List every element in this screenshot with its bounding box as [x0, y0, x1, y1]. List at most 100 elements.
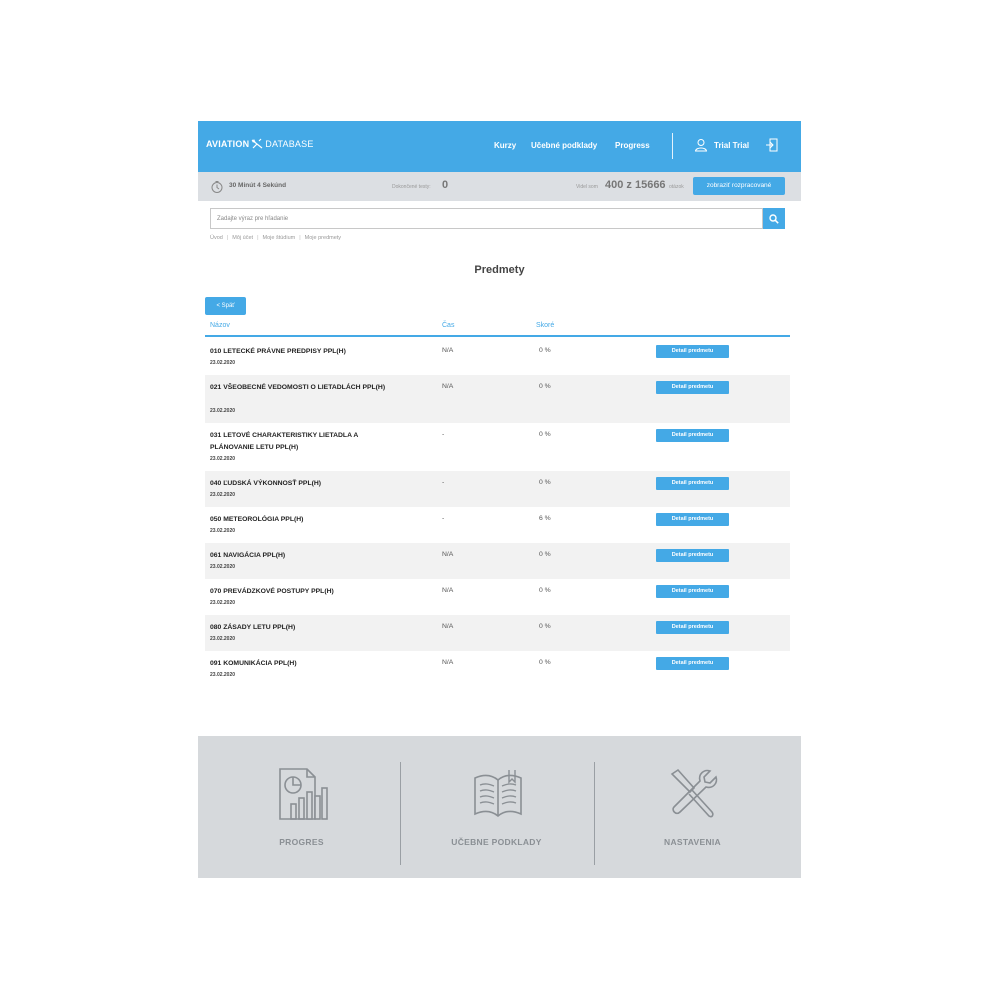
- tools-icon: [670, 768, 718, 818]
- subject-date: 23.02.2020: [210, 360, 236, 366]
- table-row: 031 LETOVÉ CHARAKTERISTIKY LIETADLA A PL…: [205, 423, 790, 471]
- subject-detail-button[interactable]: Detail predmetu: [656, 477, 729, 490]
- nav-kurzy[interactable]: Kurzy: [494, 141, 516, 150]
- subject-detail-button[interactable]: Detail predmetu: [656, 345, 729, 358]
- subject-name: 010 LETECKÉ PRÁVNE PREDPISY PPL(H): [210, 348, 346, 355]
- completed-tests-value: 0: [442, 179, 449, 191]
- subject-name: 031 LETOVÉ CHARAKTERISTIKY LIETADLA A PL…: [210, 432, 359, 451]
- subject-date: 23.02.2020: [210, 636, 236, 642]
- search-input[interactable]: Zadajte výraz pre hľadanie: [210, 208, 763, 229]
- column-header-score[interactable]: Skoré: [536, 322, 554, 329]
- subject-score: 6 %: [539, 515, 551, 522]
- subject-time: N/A: [442, 587, 454, 594]
- subject-date: 23.02.2020: [210, 408, 236, 414]
- breadcrumb: Úvod | Môj účet | Moje štúdium | Moje pr…: [210, 235, 341, 241]
- status-bar: 30 Minút 4 Sekúnd Dokončené testy: 0 Vid…: [198, 172, 801, 201]
- subject-time: -: [442, 515, 445, 522]
- subject-time: N/A: [442, 347, 454, 354]
- subject-score: 0 %: [539, 383, 551, 390]
- subject-detail-button[interactable]: Detail predmetu: [656, 513, 729, 526]
- footer-label-nastavenia: NASTAVENIA: [664, 837, 721, 847]
- back-button[interactable]: < Späť: [205, 297, 246, 315]
- plane-icon: [251, 138, 263, 149]
- footer-progres[interactable]: PROGRES: [203, 736, 400, 878]
- subject-date: 23.02.2020: [210, 600, 236, 606]
- timer-text: 30 Minút 4 Sekúnd: [229, 182, 287, 189]
- subject-date: 23.02.2020: [210, 564, 236, 570]
- timer-icon: [211, 181, 223, 193]
- nav-ucebne-podklady[interactable]: Učebné podklady: [531, 141, 597, 150]
- app-window: AVIATION DATABASE Kurzy Učebné podklady …: [198, 121, 801, 878]
- seen-questions-value: 400 z 15666: [605, 179, 666, 191]
- subject-time: N/A: [442, 659, 454, 666]
- table-row: 040 ĽUDSKÁ VÝKONNOSŤ PPL(H) 23.02.2020 -…: [205, 471, 790, 507]
- breadcrumb-moj-ucet[interactable]: Môj účet: [232, 235, 253, 241]
- subject-detail-button[interactable]: Detail predmetu: [656, 429, 729, 442]
- logo-text-aviation: AVIATION: [206, 139, 250, 149]
- subject-name: 080 ZÁSADY LETU PPL(H): [210, 624, 296, 631]
- subject-time: -: [442, 479, 445, 486]
- seen-questions-suffix: otázok: [669, 184, 684, 190]
- user-name[interactable]: Trial Trial: [714, 141, 749, 150]
- show-in-progress-button[interactable]: zobraziť rozpracované: [693, 177, 785, 195]
- table-row: 080 ZÁSADY LETU PPL(H) 23.02.2020 N/A 0 …: [205, 615, 790, 651]
- seen-questions-label: Videl som: [576, 184, 598, 190]
- table-row: 021 VŠEOBECNÉ VEDOMOSTI O LIETADLÁCH PPL…: [205, 375, 790, 423]
- breadcrumb-moje-predmety[interactable]: Moje predmety: [305, 235, 341, 241]
- logo-text-database: DATABASE: [265, 139, 314, 149]
- subject-detail-button[interactable]: Detail predmetu: [656, 621, 729, 634]
- subject-name: 040 ĽUDSKÁ VÝKONNOSŤ PPL(H): [210, 480, 322, 487]
- subject-name: 061 NAVIGÁCIA PPL(H): [210, 552, 286, 559]
- breadcrumb-moje-studium[interactable]: Moje štúdium: [263, 235, 296, 241]
- breadcrumb-uvod[interactable]: Úvod: [210, 235, 223, 241]
- breadcrumb-separator: |: [257, 235, 259, 241]
- subject-name: 070 PREVÁDZKOVÉ POSTUPY PPL(H): [210, 588, 334, 595]
- table-row: 050 METEOROLÓGIA PPL(H) 23.02.2020 - 6 %…: [205, 507, 790, 543]
- table-header: Názov Čas Skoré: [205, 319, 790, 337]
- subject-score: 0 %: [539, 431, 551, 438]
- page-title: Predmety: [474, 264, 525, 276]
- breadcrumb-separator: |: [299, 235, 301, 241]
- subject-score: 0 %: [539, 623, 551, 630]
- table-row: 091 KOMUNIKÁCIA PPL(H) 23.02.2020 N/A 0 …: [205, 651, 790, 687]
- subject-score: 0 %: [539, 551, 551, 558]
- subject-score: 0 %: [539, 587, 551, 594]
- subject-date: 23.02.2020: [210, 672, 236, 678]
- subject-name: 050 METEOROLÓGIA PPL(H): [210, 516, 304, 523]
- user-icon[interactable]: [694, 138, 708, 152]
- column-header-time[interactable]: Čas: [442, 322, 454, 329]
- breadcrumb-separator: |: [226, 235, 229, 241]
- table-row: 010 LETECKÉ PRÁVNE PREDPISY PPL(H) 23.02…: [205, 339, 790, 375]
- search-button[interactable]: [763, 208, 785, 229]
- subject-time: N/A: [442, 383, 454, 390]
- subject-time: N/A: [442, 551, 454, 558]
- search-icon: [769, 213, 779, 224]
- subject-date: 23.02.2020: [210, 456, 236, 462]
- column-header-name[interactable]: Názov: [210, 322, 230, 329]
- nav-divider: [672, 133, 673, 159]
- completed-tests-label: Dokončené testy:: [392, 184, 431, 190]
- subject-detail-button[interactable]: Detail predmetu: [656, 585, 729, 598]
- footer-shortcuts: PROGRES UČEBNE PODKLADY NASTAVENIA: [198, 736, 801, 878]
- nav-progress[interactable]: Progress: [615, 141, 650, 150]
- subject-detail-button[interactable]: Detail predmetu: [656, 549, 729, 562]
- subject-score: 0 %: [539, 347, 551, 354]
- book-icon: [474, 770, 522, 818]
- subject-date: 23.02.2020: [210, 492, 236, 498]
- table-row: 061 NAVIGÁCIA PPL(H) 23.02.2020 N/A 0 % …: [205, 543, 790, 579]
- subject-detail-button[interactable]: Detail predmetu: [656, 657, 729, 670]
- top-navbar: AVIATION DATABASE Kurzy Učebné podklady …: [198, 121, 801, 172]
- report-chart-icon: [279, 768, 328, 820]
- footer-nastavenia[interactable]: NASTAVENIA: [594, 736, 791, 878]
- logout-icon[interactable]: [765, 138, 778, 152]
- subject-time: -: [442, 431, 445, 438]
- footer-label-ucebne-podklady: UČEBNE PODKLADY: [451, 837, 542, 847]
- subject-time: N/A: [442, 623, 454, 630]
- footer-ucebne-podklady[interactable]: UČEBNE PODKLADY: [398, 736, 595, 878]
- logo[interactable]: AVIATION DATABASE: [206, 138, 314, 150]
- footer-label-progres: PROGRES: [279, 837, 324, 847]
- table-row: 070 PREVÁDZKOVÉ POSTUPY PPL(H) 23.02.202…: [205, 579, 790, 615]
- subject-name: 021 VŠEOBECNÉ VEDOMOSTI O LIETADLÁCH PPL…: [210, 384, 386, 391]
- subject-score: 0 %: [539, 659, 551, 666]
- subject-detail-button[interactable]: Detail predmetu: [656, 381, 729, 394]
